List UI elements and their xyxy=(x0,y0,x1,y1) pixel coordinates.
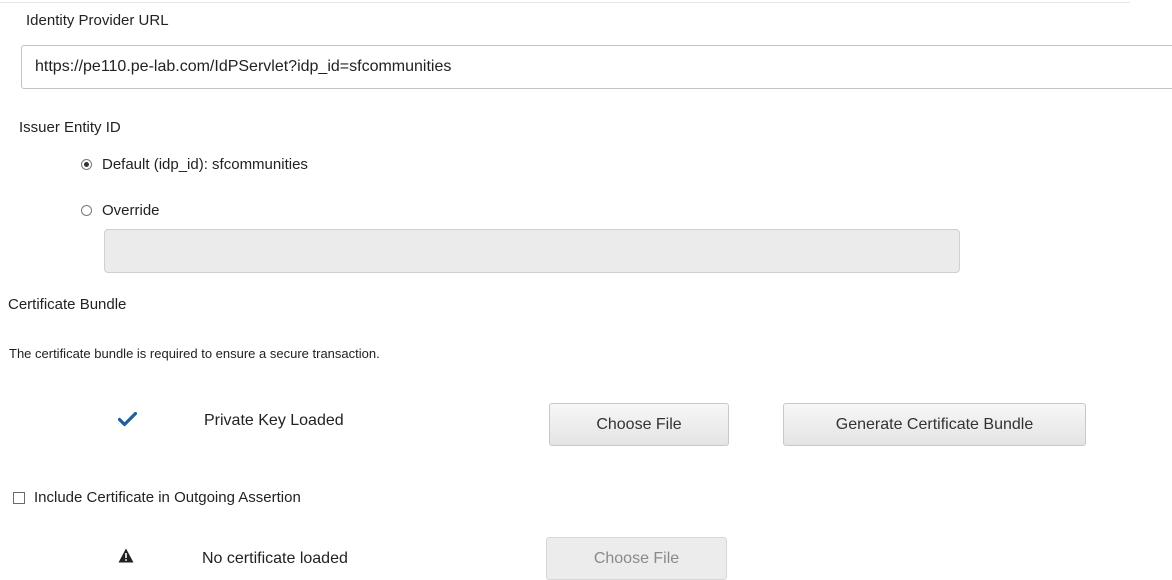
choose-file-button[interactable]: Choose File xyxy=(549,403,729,446)
identity-provider-url-input[interactable] xyxy=(21,45,1172,89)
default-radio-label[interactable]: Default (idp_id): sfcommunities xyxy=(102,156,308,173)
certificate-status: No certificate loaded xyxy=(202,550,348,567)
certificate-bundle-heading: Certificate Bundle xyxy=(8,296,127,313)
override-input[interactable] xyxy=(104,229,960,273)
identity-provider-url-label: Identity Provider URL xyxy=(26,12,169,29)
choose-file-button-disabled[interactable]: Choose File xyxy=(546,537,727,580)
default-radio[interactable] xyxy=(81,159,92,170)
top-divider xyxy=(0,2,1130,3)
issuer-entity-id-label: Issuer Entity ID xyxy=(19,119,121,136)
override-radio-label[interactable]: Override xyxy=(102,202,160,219)
generate-certificate-bundle-button[interactable]: Generate Certificate Bundle xyxy=(783,403,1086,446)
private-key-status: Private Key Loaded xyxy=(204,412,344,429)
certificate-bundle-description: The certificate bundle is required to en… xyxy=(9,346,380,361)
checkmark-icon xyxy=(117,411,138,432)
warning-icon xyxy=(118,548,134,568)
include-certificate-label[interactable]: Include Certificate in Outgoing Assertio… xyxy=(34,489,301,506)
include-certificate-checkbox[interactable] xyxy=(13,492,25,504)
override-radio[interactable] xyxy=(81,205,92,216)
